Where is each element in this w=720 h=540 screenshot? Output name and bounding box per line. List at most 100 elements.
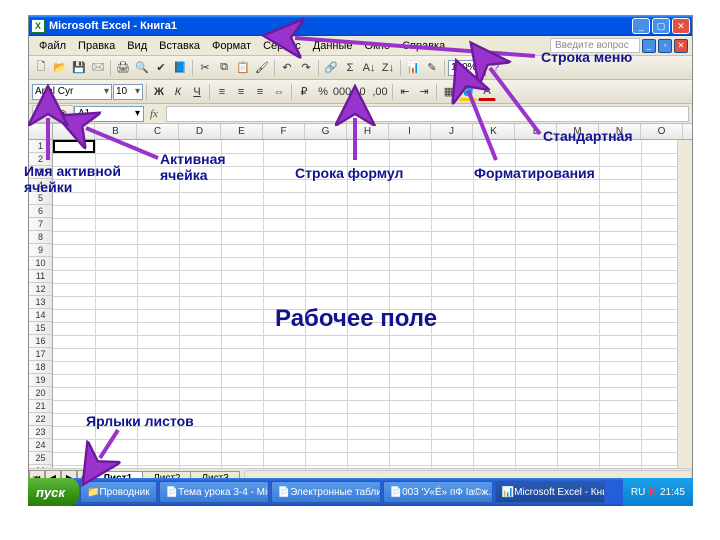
taskbar-item[interactable]: 📁 Проводник	[80, 481, 157, 503]
preview-icon[interactable]: 🔍	[133, 59, 151, 77]
font-combo[interactable]: Arial Cyr▾	[32, 84, 112, 100]
increase-decimal-icon[interactable]: ,0	[352, 83, 370, 101]
minimize-button[interactable]: _	[632, 18, 650, 34]
select-all-corner[interactable]	[29, 124, 53, 139]
row-header[interactable]: 16	[29, 335, 52, 348]
align-center-icon[interactable]: ≡	[232, 83, 250, 101]
row-header[interactable]: 10	[29, 257, 52, 270]
security-icon[interactable]: ◉	[53, 105, 71, 123]
row-header[interactable]: 12	[29, 283, 52, 296]
menu-window[interactable]: Окно	[359, 38, 397, 54]
cut-icon[interactable]: ✂	[196, 59, 214, 77]
research-icon[interactable]: 📘	[171, 59, 189, 77]
row-header[interactable]: 18	[29, 361, 52, 374]
chart-icon[interactable]: 📊	[404, 59, 422, 77]
align-right-icon[interactable]: ≡	[251, 83, 269, 101]
start-button[interactable]: пуск	[28, 478, 79, 506]
fill-color-icon[interactable]: 🪣	[459, 83, 477, 101]
format-painter-icon[interactable]: 🖌	[253, 59, 271, 77]
redo-icon[interactable]: ↷	[297, 59, 315, 77]
col-header[interactable]: G	[305, 124, 347, 139]
currency-icon[interactable]: ₽	[295, 83, 313, 101]
name-box[interactable]: A1▾	[74, 106, 144, 122]
row-header[interactable]: 11	[29, 270, 52, 283]
save-icon[interactable]: 💾	[70, 59, 88, 77]
menu-format[interactable]: Формат	[206, 38, 257, 54]
workbook-close[interactable]: ✕	[674, 39, 688, 53]
col-header[interactable]: E	[221, 124, 263, 139]
row-header[interactable]: 13	[29, 296, 52, 309]
col-header[interactable]: O	[641, 124, 683, 139]
vertical-scrollbar[interactable]	[677, 140, 692, 468]
row-header[interactable]: 6	[29, 205, 52, 218]
sort-desc-icon[interactable]: Z↓	[379, 59, 397, 77]
fx-icon[interactable]: fx	[146, 108, 164, 120]
spelling-icon[interactable]: ✔	[152, 59, 170, 77]
row-header[interactable]: 8	[29, 231, 52, 244]
row-header[interactable]: 9	[29, 244, 52, 257]
row-header[interactable]: 1	[29, 140, 52, 153]
col-header[interactable]: B	[95, 124, 137, 139]
menu-data[interactable]: Данные	[307, 38, 359, 54]
paste-icon[interactable]: 📋	[234, 59, 252, 77]
col-header[interactable]: F	[263, 124, 305, 139]
row-header[interactable]: 21	[29, 400, 52, 413]
autosum-icon[interactable]: Σ	[341, 59, 359, 77]
drawing-icon[interactable]: ✎	[423, 59, 441, 77]
font-color-icon[interactable]: A	[478, 83, 496, 101]
decrease-decimal-icon[interactable]: ,00	[371, 83, 389, 101]
menu-insert[interactable]: Вставка	[153, 38, 206, 54]
menu-help[interactable]: Справка	[396, 38, 451, 54]
col-header[interactable]: J	[431, 124, 473, 139]
col-header[interactable]: H	[347, 124, 389, 139]
row-header[interactable]: 23	[29, 426, 52, 439]
menu-view[interactable]: Вид	[121, 38, 153, 54]
menu-edit[interactable]: Правка	[72, 38, 121, 54]
copy-icon[interactable]: ⧉	[215, 59, 233, 77]
zoom-combo[interactable]: 100%▾	[448, 60, 486, 76]
decrease-indent-icon[interactable]: ⇤	[396, 83, 414, 101]
taskbar-item[interactable]: 📄 Электронные таблицы	[271, 481, 381, 503]
menu-file[interactable]: Файл	[33, 38, 72, 54]
row-header[interactable]: 17	[29, 348, 52, 361]
print-icon[interactable]: 🖨	[114, 59, 132, 77]
col-header[interactable]: I	[389, 124, 431, 139]
row-header[interactable]: 25	[29, 452, 52, 465]
align-left-icon[interactable]: ≡	[213, 83, 231, 101]
end-arrow-icon[interactable]: ▸	[35, 105, 53, 123]
italic-icon[interactable]: К	[169, 83, 187, 101]
row-header[interactable]: 14	[29, 309, 52, 322]
row-header[interactable]: 19	[29, 374, 52, 387]
underline-icon[interactable]: Ч	[188, 83, 206, 101]
taskbar-item-active[interactable]: 📊 Microsoft Excel - Кни...	[495, 481, 605, 503]
taskbar-item[interactable]: 📄 Тема урока 3-4 - Mic...	[159, 481, 269, 503]
taskbar-item[interactable]: 📄 003 'У«Ё» пФ Iа©ж...	[383, 481, 493, 503]
sort-asc-icon[interactable]: A↓	[360, 59, 378, 77]
bold-icon[interactable]: Ж	[150, 83, 168, 101]
row-header[interactable]: 15	[29, 322, 52, 335]
borders-icon[interactable]: ▦	[440, 83, 458, 101]
workbook-minimize[interactable]: _	[642, 39, 656, 53]
maximize-button[interactable]: ▢	[652, 18, 670, 34]
col-header[interactable]: D	[179, 124, 221, 139]
merge-center-icon[interactable]: ⇔	[270, 83, 288, 101]
workbook-restore[interactable]: ▫	[658, 39, 672, 53]
close-button[interactable]: ✕	[672, 18, 690, 34]
percent-icon[interactable]: %	[314, 83, 332, 101]
increase-indent-icon[interactable]: ⇥	[415, 83, 433, 101]
comma-icon[interactable]: 000	[333, 83, 351, 101]
col-header[interactable]: A	[53, 124, 95, 139]
row-header[interactable]: 7	[29, 218, 52, 231]
hyperlink-icon[interactable]: 🔗	[322, 59, 340, 77]
system-tray[interactable]: RU K 21:45	[623, 478, 693, 506]
lang-indicator[interactable]: RU	[631, 487, 645, 498]
tray-icon[interactable]: K	[649, 487, 656, 498]
undo-icon[interactable]: ↶	[278, 59, 296, 77]
new-icon[interactable]: 🗋	[32, 59, 50, 77]
menu-tools[interactable]: Сервис	[257, 38, 307, 54]
row-header[interactable]: 24	[29, 439, 52, 452]
col-header[interactable]: C	[137, 124, 179, 139]
fontsize-combo[interactable]: 10▾	[113, 84, 143, 100]
row-header[interactable]: 20	[29, 387, 52, 400]
formula-input[interactable]	[166, 106, 689, 122]
